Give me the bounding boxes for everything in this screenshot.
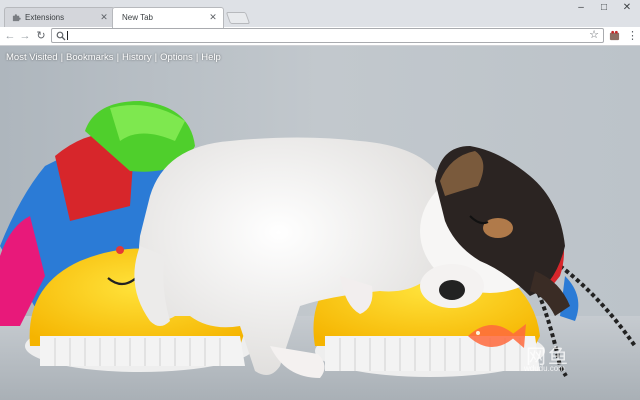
- window-close-button[interactable]: ✕: [614, 0, 640, 16]
- extension-icon[interactable]: [609, 30, 620, 41]
- link-separator: |: [116, 52, 120, 63]
- link-separator: |: [154, 52, 158, 63]
- tab-title: New Tab: [122, 13, 153, 22]
- text-caret: [67, 31, 68, 40]
- close-icon[interactable]: ✕: [99, 12, 109, 22]
- back-button[interactable]: ←: [3, 28, 17, 44]
- close-icon[interactable]: ✕: [208, 12, 218, 22]
- tab-new-tab[interactable]: New Tab ✕: [112, 7, 224, 28]
- new-tab-button[interactable]: [225, 12, 251, 24]
- tab-strip: Extensions ✕ New Tab ✕ – □ ✕: [0, 0, 640, 28]
- watermark-url: wdudu.com: [524, 364, 565, 373]
- new-tab-page: Most Visited | Bookmarks | History | Options | H…: [0, 46, 640, 400]
- reload-button[interactable]: ↻: [34, 28, 48, 44]
- address-input[interactable]: [67, 30, 567, 41]
- tab-title: Extensions: [25, 13, 65, 22]
- address-bar[interactable]: ☆: [51, 28, 604, 43]
- bookmark-star-icon[interactable]: ☆: [589, 29, 599, 42]
- tab-extensions[interactable]: Extensions ✕: [4, 7, 115, 27]
- link-help[interactable]: Help: [201, 52, 221, 63]
- link-most-visited[interactable]: Most Visited: [6, 52, 58, 63]
- link-options[interactable]: Options: [160, 52, 193, 63]
- link-bookmarks[interactable]: Bookmarks: [66, 52, 114, 63]
- link-history[interactable]: History: [122, 52, 152, 63]
- link-separator: |: [195, 52, 199, 63]
- puzzle-piece-icon: [12, 14, 21, 22]
- menu-icon[interactable]: ⋮: [627, 28, 638, 44]
- navigation-links: Most Visited | Bookmarks | History | Options | H…: [6, 52, 221, 63]
- forward-button[interactable]: →: [18, 28, 32, 44]
- link-separator: |: [60, 52, 64, 63]
- browser-toolbar: ← → ↻ ☆ ⋮: [0, 27, 640, 46]
- search-icon: [56, 31, 66, 41]
